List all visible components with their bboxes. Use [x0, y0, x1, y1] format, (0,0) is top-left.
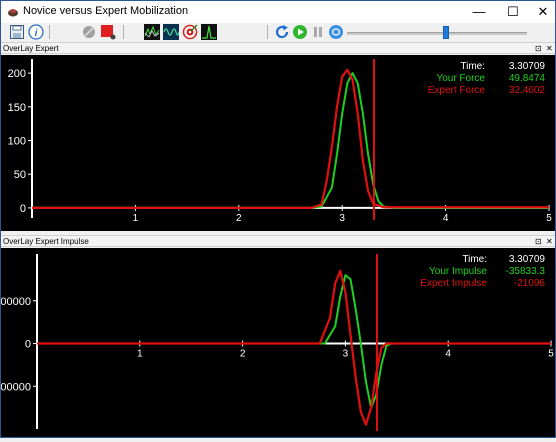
- panel2-close-button[interactable]: ✕: [546, 236, 553, 247]
- signal-chart-icon[interactable]: [144, 24, 160, 40]
- panel1-header: OverLay Expert ⊡ ✕: [1, 42, 555, 54]
- readout-label: Your Force: [436, 73, 485, 84]
- target-icon[interactable]: [182, 24, 198, 40]
- save-icon[interactable]: [9, 24, 25, 40]
- play-icon[interactable]: [292, 24, 308, 40]
- waveform-icon[interactable]: [163, 24, 179, 40]
- playback-slider-thumb[interactable]: [443, 26, 449, 39]
- close-button[interactable]: ✕: [528, 1, 556, 23]
- readout-value: 32.4602: [509, 85, 546, 96]
- readout-label: Time:: [460, 61, 485, 72]
- app-window: Novice versus Expert Mobilization — ☐ ✕ …: [0, 0, 556, 438]
- panel2-pin-button[interactable]: ⊡: [535, 236, 542, 247]
- readout-label: Expert Force: [428, 85, 486, 96]
- y-tick-label: 0: [25, 339, 31, 351]
- y-tick-label: 200: [8, 68, 26, 80]
- window-title: Novice versus Expert Mobilization: [23, 5, 189, 17]
- impulse-chart: 100000 0 100000 1 2 3 4 5 Time: 3.30709 Your Impul…: [0, 254, 554, 431]
- y-tick-label: 150: [8, 102, 26, 114]
- panel1-close-button[interactable]: ✕: [546, 43, 553, 54]
- readout-value: 49.8474: [509, 73, 546, 84]
- info-icon[interactable]: i: [28, 24, 44, 40]
- playback-slider[interactable]: [347, 32, 527, 35]
- force-chart: 0 50 100 150 200 1 2 3 4 5 Time: 3.30709 Your Force 4…: [8, 59, 552, 224]
- panel2-header: OverLay Expert Impulse ⊡ ✕: [1, 235, 555, 247]
- x-tick-label: 5: [548, 349, 554, 360]
- x-tick-label: 3: [339, 213, 345, 224]
- y-tick-label: 100000: [1, 381, 31, 393]
- readout-value: -21096: [514, 278, 546, 289]
- toolbar-separator: [123, 25, 124, 39]
- stop-record-icon[interactable]: [100, 24, 116, 40]
- series-line-expert-impulse: [37, 269, 551, 426]
- x-tick-label: 5: [546, 213, 552, 224]
- toolbar-separator: [49, 25, 50, 39]
- readout-value: 3.30709: [509, 254, 546, 265]
- refresh-icon[interactable]: [274, 24, 290, 40]
- disabled-record-icon[interactable]: [81, 24, 97, 40]
- svg-text:i: i: [35, 28, 38, 39]
- peak-chart-icon[interactable]: [201, 24, 217, 40]
- y-tick-label: 0: [20, 203, 26, 215]
- x-tick-label: 2: [240, 349, 246, 360]
- panel1-title: OverLay Expert: [3, 44, 59, 53]
- x-tick-label: 1: [137, 349, 143, 360]
- readout-value: 3.30709: [509, 61, 546, 72]
- readout-label: Expert Impulse: [420, 278, 487, 289]
- panel2-title: OverLay Expert Impulse: [3, 237, 89, 246]
- x-tick-label: 1: [133, 213, 139, 224]
- impulse-plot: 100000 0 100000 1 2 3 4 5 Time: 3.30709 Your Impul…: [0, 248, 555, 437]
- y-tick-label: 100: [8, 136, 26, 148]
- x-tick-label: 4: [443, 213, 449, 224]
- y-tick-label: 50: [14, 169, 26, 181]
- series-line-your-impulse: [37, 274, 551, 409]
- panel1-pin-button[interactable]: ⊡: [535, 43, 542, 54]
- force-plot: 0 50 100 150 200 1 2 3 4 5 Time: 3.30709 Your Force 4…: [1, 55, 555, 231]
- pause-icon[interactable]: [310, 24, 326, 40]
- x-tick-label: 3: [343, 349, 349, 360]
- readout-value: -35833.3: [506, 266, 546, 277]
- readout-label: Your Impulse: [429, 266, 487, 277]
- title-bar: Novice versus Expert Mobilization — ☐ ✕: [1, 1, 555, 23]
- app-icon: [8, 9, 18, 17]
- x-tick-label: 4: [445, 349, 451, 360]
- readout-label: Time:: [462, 254, 487, 265]
- minimize-button[interactable]: —: [464, 1, 494, 23]
- toolbar-separator: [267, 25, 268, 39]
- y-tick-label: 100000: [1, 296, 31, 308]
- loop-icon[interactable]: [328, 24, 344, 40]
- maximize-button[interactable]: ☐: [498, 1, 528, 23]
- toolbar: i: [1, 23, 555, 41]
- x-tick-label: 2: [236, 213, 242, 224]
